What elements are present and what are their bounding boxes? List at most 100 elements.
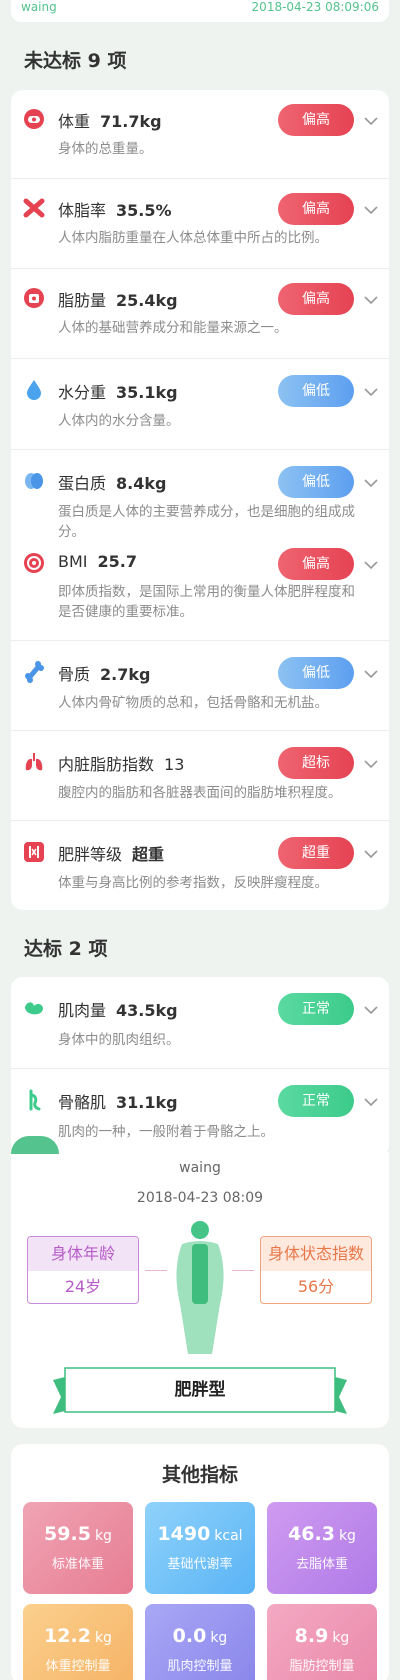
metric-value-bone-mass: 2.7kg <box>100 665 151 684</box>
report-header: waing 2018-04-23 08:09:06 <box>11 0 389 22</box>
chevron-down-icon[interactable] <box>363 669 379 679</box>
metric-row-water[interactable]: 水分重 35.1kg 偏低 人体内的水分含量。 <box>11 359 389 449</box>
status-badge-protein: 偏低 <box>278 466 354 498</box>
chevron-down-icon[interactable] <box>363 295 379 305</box>
chevron-down-icon[interactable] <box>363 560 379 570</box>
stat-unit: kg <box>332 1630 350 1646</box>
stat-unit: kg <box>338 1528 356 1544</box>
bmi-icon <box>24 553 44 573</box>
metric-name-water: 水分重 35.1kg <box>58 383 178 402</box>
metric-desc-muscle: 身体中的肌肉组织。 <box>58 1032 180 1048</box>
stat-label: 脂肪控制量 <box>289 1659 355 1674</box>
status-badge-obesity-level: 超重 <box>278 837 354 869</box>
stat-value: 59.5 <box>44 1523 91 1545</box>
met-section-title: 达标 2 项 <box>24 938 108 960</box>
metric-value-visceral-fat: 13 <box>164 755 185 774</box>
metric-name-bone-mass: 骨质 2.7kg <box>58 665 151 684</box>
share-fab-button[interactable] <box>11 1136 59 1154</box>
stat-bmr: 1490 kcal 基础代谢率 <box>145 1502 255 1594</box>
unmet-section-title: 未达标 9 项 <box>24 50 127 72</box>
stat-unit: kg <box>94 1528 112 1544</box>
metric-value-muscle: 43.5kg <box>116 1001 178 1020</box>
body-age-box: 身体年龄 24岁 <box>27 1236 139 1304</box>
metric-desc-weight: 身体的总重量。 <box>58 141 153 157</box>
metric-desc-obesity-level: 体重与身高比例的参考指数，反映胖瘦程度。 <box>58 875 328 891</box>
metric-value-bmi: 25.7 <box>97 552 137 571</box>
metric-row-skeletal-muscle[interactable]: 骨骼肌 31.1kg 正常 肌肉的一种，一般附着于骨骼之上。 <box>11 1069 389 1157</box>
other-indicators-title: 其他指标 <box>161 1464 238 1486</box>
status-badge-visceral-fat: 超标 <box>278 747 354 779</box>
metric-desc-water: 人体内的水分含量。 <box>58 413 180 429</box>
metric-value-body-fat-rate: 35.5% <box>116 201 172 220</box>
metric-row-bmi[interactable]: BMI 25.7 偏高 即体质指数，是国际上常用的衡量人体肥胖程度和是否健康的重要… <box>11 530 389 630</box>
skeletal-muscle-icon <box>29 1089 41 1111</box>
metric-value-protein: 8.4kg <box>116 474 167 493</box>
status-badge-skeletal-muscle: 正常 <box>278 1085 354 1117</box>
connector-line <box>232 1270 254 1271</box>
chevron-down-icon[interactable] <box>363 1005 379 1015</box>
protein-icon <box>25 473 43 489</box>
body-figure-icon <box>176 1221 224 1354</box>
status-badge-body-fat-rate: 偏高 <box>278 193 354 225</box>
metric-desc-skeletal-muscle: 肌肉的一种，一般附着于骨骼之上。 <box>58 1124 274 1140</box>
stat-weight-control: 12.2 kg 体重控制量 <box>23 1604 133 1680</box>
stat-value: 0.0 <box>172 1625 207 1647</box>
obesity-level-icon <box>24 842 44 862</box>
metric-row-obesity-level[interactable]: 肥胖等级 超重 超重 体重与身高比例的参考指数，反映胖瘦程度。 <box>11 821 389 909</box>
metric-row-muscle[interactable]: 肌肉量 43.5kg 正常 身体中的肌肉组织。 <box>11 977 389 1067</box>
metric-name-weight: 体重 71.7kg <box>58 112 162 131</box>
metric-row-body-fat-rate[interactable]: 体脂率 35.5% 偏高 人体内脂肪重量在人体总体重中所占的比例。 <box>11 179 389 267</box>
summary-user-name: waing <box>179 1160 221 1176</box>
metric-row-visceral-fat[interactable]: 内脏脂肪指数 13 超标 腹腔内的脂肪和各脏器表面间的脂肪堆积程度。 <box>11 731 389 819</box>
bone-icon <box>25 661 44 683</box>
stat-value: 1490 <box>157 1523 211 1545</box>
body-type-label: 肥胖型 <box>174 1380 226 1400</box>
metric-name-skeletal-muscle: 骨骼肌 31.1kg <box>58 1093 178 1112</box>
metric-desc-body-fat-rate: 人体内脂肪重量在人体总体重中所占的比例。 <box>58 230 328 246</box>
body-age-label: 身体年龄 <box>28 1237 138 1271</box>
chevron-down-icon[interactable] <box>363 478 379 488</box>
chevron-down-icon[interactable] <box>363 1097 379 1107</box>
status-badge-water: 偏低 <box>278 375 354 407</box>
stat-unit: kg <box>94 1630 112 1646</box>
other-indicators-card: 其他指标 59.5 kg 标准体重 1490 kcal 基础代谢率 46.3 kg 去… <box>11 1444 389 1680</box>
scale-icon <box>24 109 44 129</box>
metric-desc-bmi: 即体质指数，是国际上常用的衡量人体肥胖程度和是否健康的重要标准。 <box>58 584 355 620</box>
stat-value: 8.9 <box>294 1625 329 1647</box>
chevron-down-icon[interactable] <box>363 116 379 126</box>
chevron-down-icon[interactable] <box>363 759 379 769</box>
body-score-label: 身体状态指数 <box>261 1237 371 1271</box>
metric-row-weight[interactable]: 体重 71.7kg 偏高 身体的总重量。 <box>11 90 389 178</box>
stat-muscle-control: 0.0 kg 肌肉控制量 <box>145 1604 255 1680</box>
stat-value: 46.3 <box>288 1523 335 1545</box>
metric-value-fat-mass: 25.4kg <box>116 291 178 310</box>
chevron-down-icon[interactable] <box>363 205 379 215</box>
water-drop-icon <box>27 380 41 400</box>
stat-label: 去脂体重 <box>295 1557 348 1572</box>
status-badge-muscle: 正常 <box>278 993 354 1025</box>
metric-value-water: 35.1kg <box>116 383 178 402</box>
metric-name-obesity-level: 肥胖等级 超重 <box>58 845 165 864</box>
user-name: waing <box>21 0 57 14</box>
stat-unit: kg <box>210 1630 228 1646</box>
metric-row-fat-mass[interactable]: 脂肪量 25.4kg 偏高 人体的基础营养成分和能量来源之一。 <box>11 269 389 357</box>
metric-value-skeletal-muscle: 31.1kg <box>116 1093 178 1112</box>
muscle-arm-icon <box>25 1002 43 1015</box>
metric-name-fat-mass: 脂肪量 25.4kg <box>58 291 178 310</box>
metric-name-muscle: 肌肉量 43.5kg <box>58 1001 178 1020</box>
metric-row-protein[interactable]: 蛋白质 8.4kg 偏低 蛋白质是人体的主要营养成分，也是细胞的组成成分。 <box>11 450 389 540</box>
body-score-value: 56分 <box>297 1277 335 1296</box>
metric-row-bone-mass[interactable]: 骨质 2.7kg 偏低 人体内骨矿物质的总和，包括骨骼和无机盐。 <box>11 641 389 729</box>
stat-unit: kcal <box>214 1528 243 1544</box>
stat-label: 体重控制量 <box>45 1659 111 1674</box>
stat-label: 标准体重 <box>51 1557 104 1572</box>
stat-fat-control: 8.9 kg 脂肪控制量 <box>267 1604 377 1680</box>
report-timestamp: 2018-04-23 08:09:06 <box>251 0 379 14</box>
status-badge-bone-mass: 偏低 <box>278 657 354 689</box>
chevron-down-icon[interactable] <box>363 849 379 859</box>
chevron-down-icon[interactable] <box>363 387 379 397</box>
met-card: 肌肉量 43.5kg 正常 身体中的肌肉组织。 骨骼肌 31.1kg 正常 肌肉的一… <box>11 977 389 1157</box>
body-score-box: 身体状态指数 56分 <box>260 1236 372 1304</box>
lungs-icon <box>25 753 43 771</box>
status-badge-weight: 偏高 <box>278 104 354 136</box>
